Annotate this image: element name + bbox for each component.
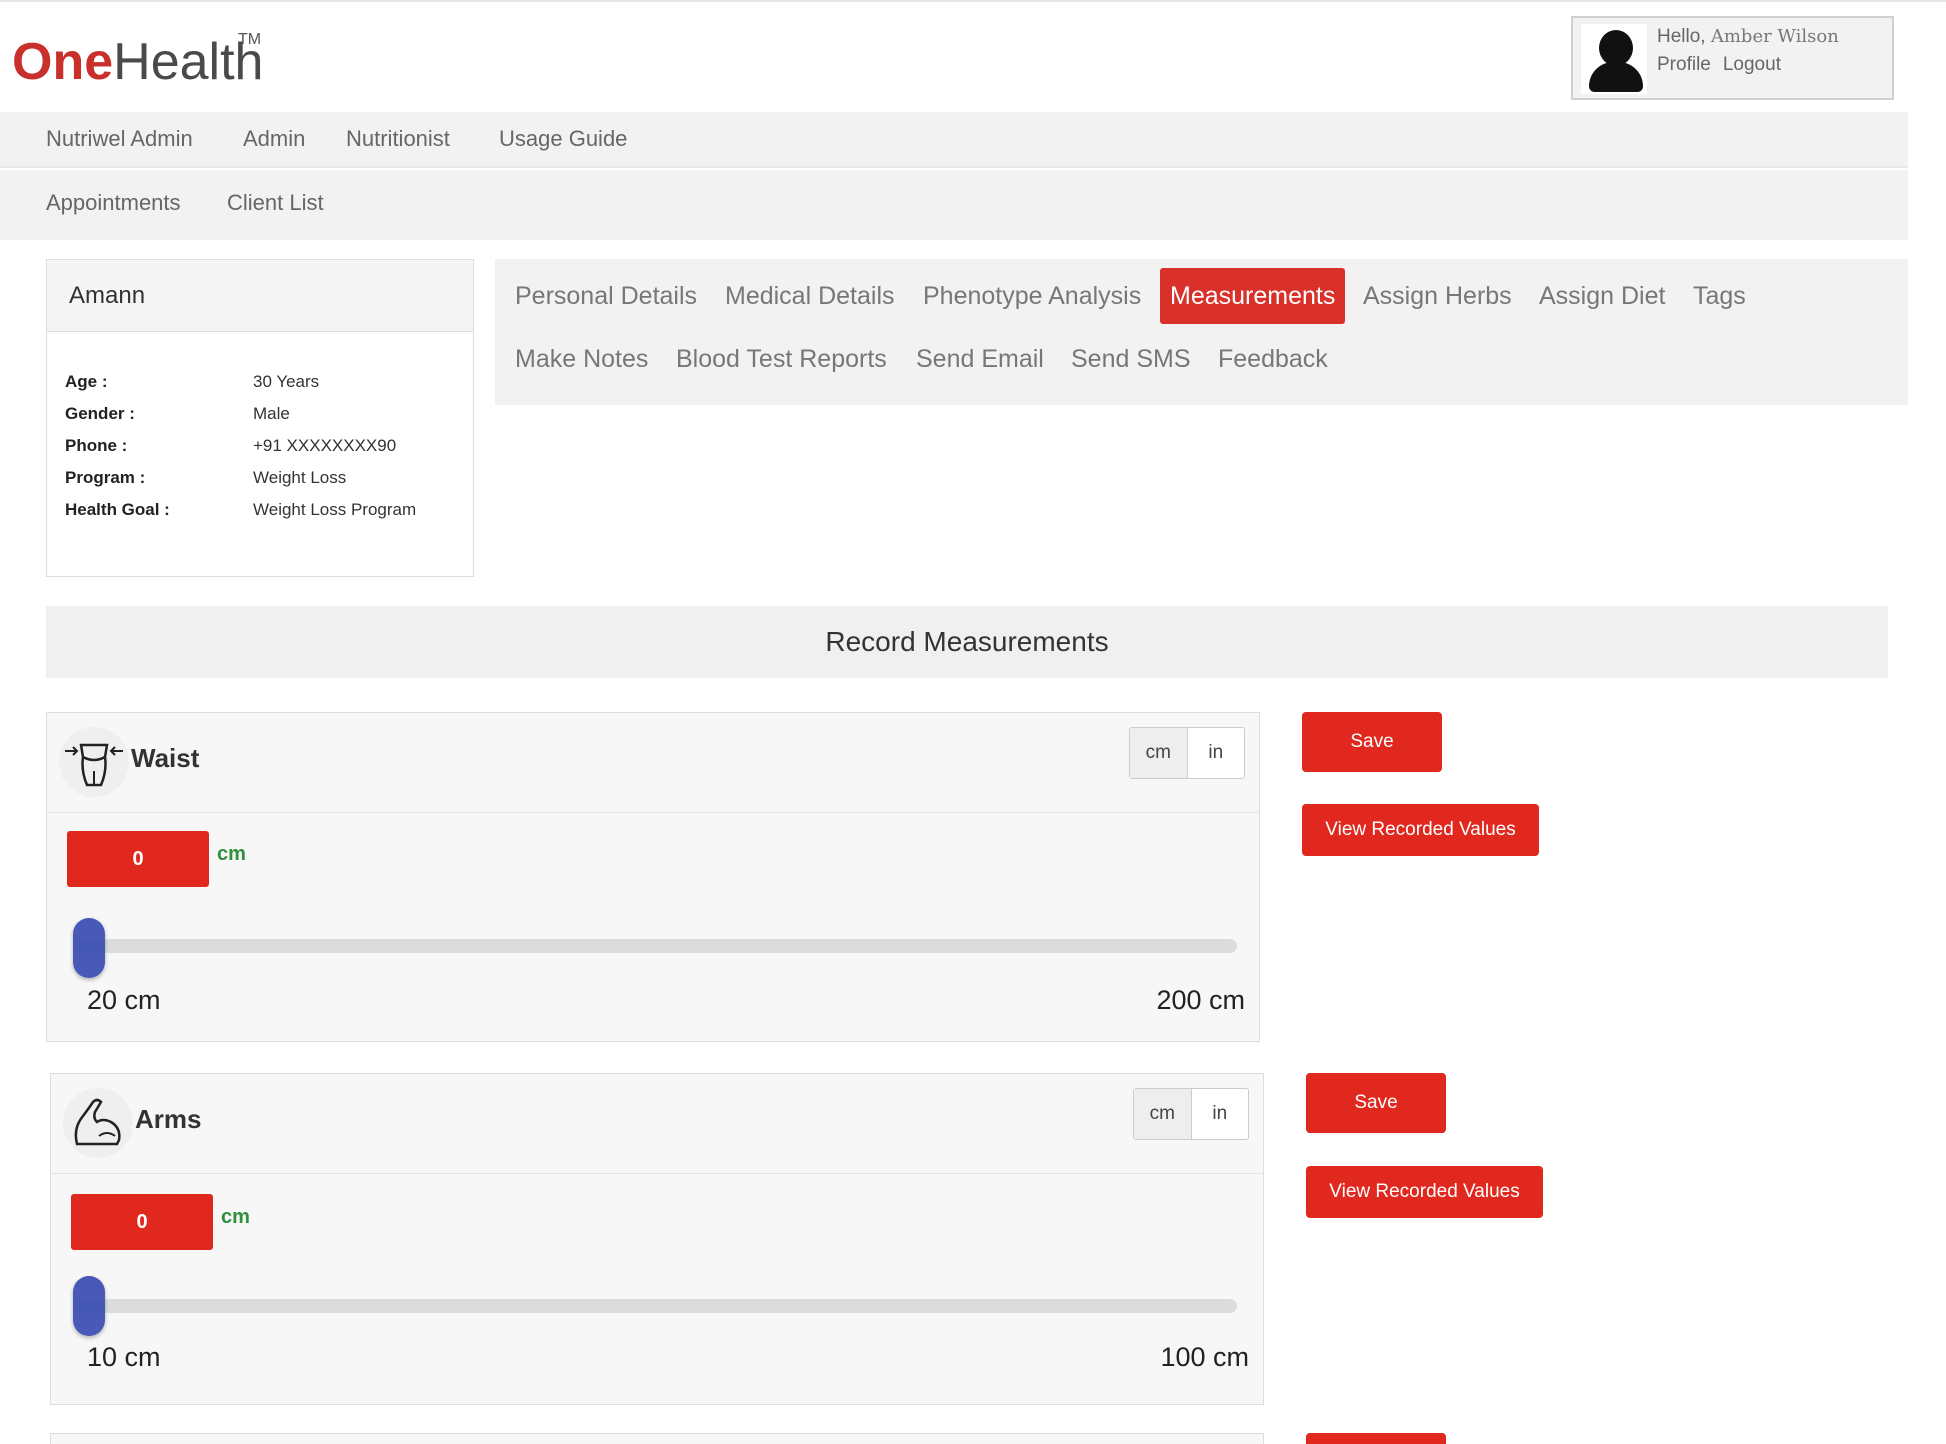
- arms-unit-cm[interactable]: cm: [1134, 1089, 1192, 1139]
- user-greeting: Hello, Amber Wilson: [1657, 26, 1839, 47]
- tab-phenotype-analysis[interactable]: Phenotype Analysis: [923, 268, 1141, 324]
- profile-link[interactable]: Profile: [1657, 54, 1711, 75]
- nav-usage-guide[interactable]: Usage Guide: [499, 126, 627, 152]
- waist-measurement-card: Waist cm in 0 cm 20 cm 200 cm: [46, 712, 1260, 1042]
- arms-save-button[interactable]: Save: [1306, 1073, 1446, 1133]
- tab-feedback[interactable]: Feedback: [1218, 331, 1328, 387]
- client-tabs: Personal Details Medical Details Phenoty…: [495, 259, 1908, 405]
- arm-icon: [63, 1088, 133, 1158]
- client-name: Amann: [47, 260, 473, 332]
- tab-medical-details[interactable]: Medical Details: [725, 268, 895, 324]
- waist-save-button[interactable]: Save: [1302, 712, 1442, 772]
- logout-link[interactable]: Logout: [1723, 54, 1781, 75]
- waist-min-label: 20 cm: [87, 985, 161, 1015]
- header: OneHealth TM Hello, Amber Wilson Profile…: [0, 2, 1906, 112]
- arms-unit-label: cm: [221, 1206, 250, 1228]
- next-save-button[interactable]: [1306, 1433, 1446, 1444]
- tab-send-sms[interactable]: Send SMS: [1071, 331, 1191, 387]
- waist-unit-cm[interactable]: cm: [1130, 728, 1188, 778]
- waist-title: Waist: [131, 743, 200, 773]
- arms-value-input[interactable]: 0: [71, 1194, 213, 1250]
- user-name: Amber Wilson: [1710, 26, 1839, 47]
- arms-unit-in[interactable]: in: [1192, 1089, 1249, 1139]
- waist-max-label: 200 cm: [1156, 985, 1245, 1015]
- arms-title: Arms: [135, 1104, 202, 1134]
- waist-unit-in[interactable]: in: [1188, 728, 1245, 778]
- tab-assign-herbs[interactable]: Assign Herbs: [1363, 268, 1512, 324]
- tab-personal-details[interactable]: Personal Details: [515, 268, 697, 324]
- arms-unit-toggle: cm in: [1133, 1088, 1249, 1140]
- waist-view-recorded-button[interactable]: View Recorded Values: [1302, 804, 1539, 856]
- waist-unit-toggle: cm in: [1129, 727, 1245, 779]
- secondary-nav: Appointments Client List: [0, 170, 1908, 240]
- tab-assign-diet[interactable]: Assign Diet: [1539, 268, 1665, 324]
- arms-min-label: 10 cm: [87, 1342, 161, 1372]
- tab-measurements[interactable]: Measurements: [1160, 268, 1346, 324]
- primary-nav: Nutriwel Admin Admin Nutritionist Usage …: [0, 112, 1908, 168]
- tab-blood-test-reports[interactable]: Blood Test Reports: [676, 331, 887, 387]
- arms-slider-track[interactable]: [75, 1299, 1237, 1313]
- client-info-card: Amann Age : 30 Years Gender : Male Phone…: [46, 259, 474, 577]
- waist-icon: [59, 727, 129, 797]
- avatar-icon: [1581, 24, 1647, 94]
- user-panel: Hello, Amber Wilson Profile Logout: [1571, 16, 1894, 100]
- nav-nutriwel-admin[interactable]: Nutriwel Admin: [46, 126, 193, 152]
- trademark-mark: TM: [238, 31, 262, 48]
- record-measurements-title: Record Measurements: [46, 606, 1888, 678]
- waist-value-input[interactable]: 0: [67, 831, 209, 887]
- waist-unit-label: cm: [217, 843, 246, 865]
- arms-card-header: Arms cm in: [51, 1074, 1263, 1174]
- waist-card-header: Waist cm in: [47, 713, 1259, 813]
- arms-max-label: 100 cm: [1160, 1342, 1249, 1372]
- waist-slider-thumb[interactable]: [73, 918, 105, 978]
- nav-admin[interactable]: Admin: [243, 126, 305, 152]
- user-links: Profile Logout: [1657, 54, 1793, 76]
- arms-view-recorded-button[interactable]: View Recorded Values: [1306, 1166, 1543, 1218]
- tab-send-email[interactable]: Send Email: [916, 331, 1044, 387]
- arms-slider-thumb[interactable]: [73, 1276, 105, 1336]
- nav-appointments[interactable]: Appointments: [46, 190, 181, 216]
- tab-make-notes[interactable]: Make Notes: [515, 331, 648, 387]
- tab-tags[interactable]: Tags: [1693, 268, 1746, 324]
- nav-nutritionist[interactable]: Nutritionist: [346, 126, 450, 152]
- nav-client-list[interactable]: Client List: [227, 190, 324, 216]
- arms-measurement-card: Arms cm in 0 cm 10 cm 100 cm: [50, 1073, 1264, 1405]
- next-measurement-card: [50, 1433, 1264, 1444]
- onehealth-logo[interactable]: OneHealth TM: [12, 31, 263, 92]
- waist-slider-track[interactable]: [75, 939, 1237, 953]
